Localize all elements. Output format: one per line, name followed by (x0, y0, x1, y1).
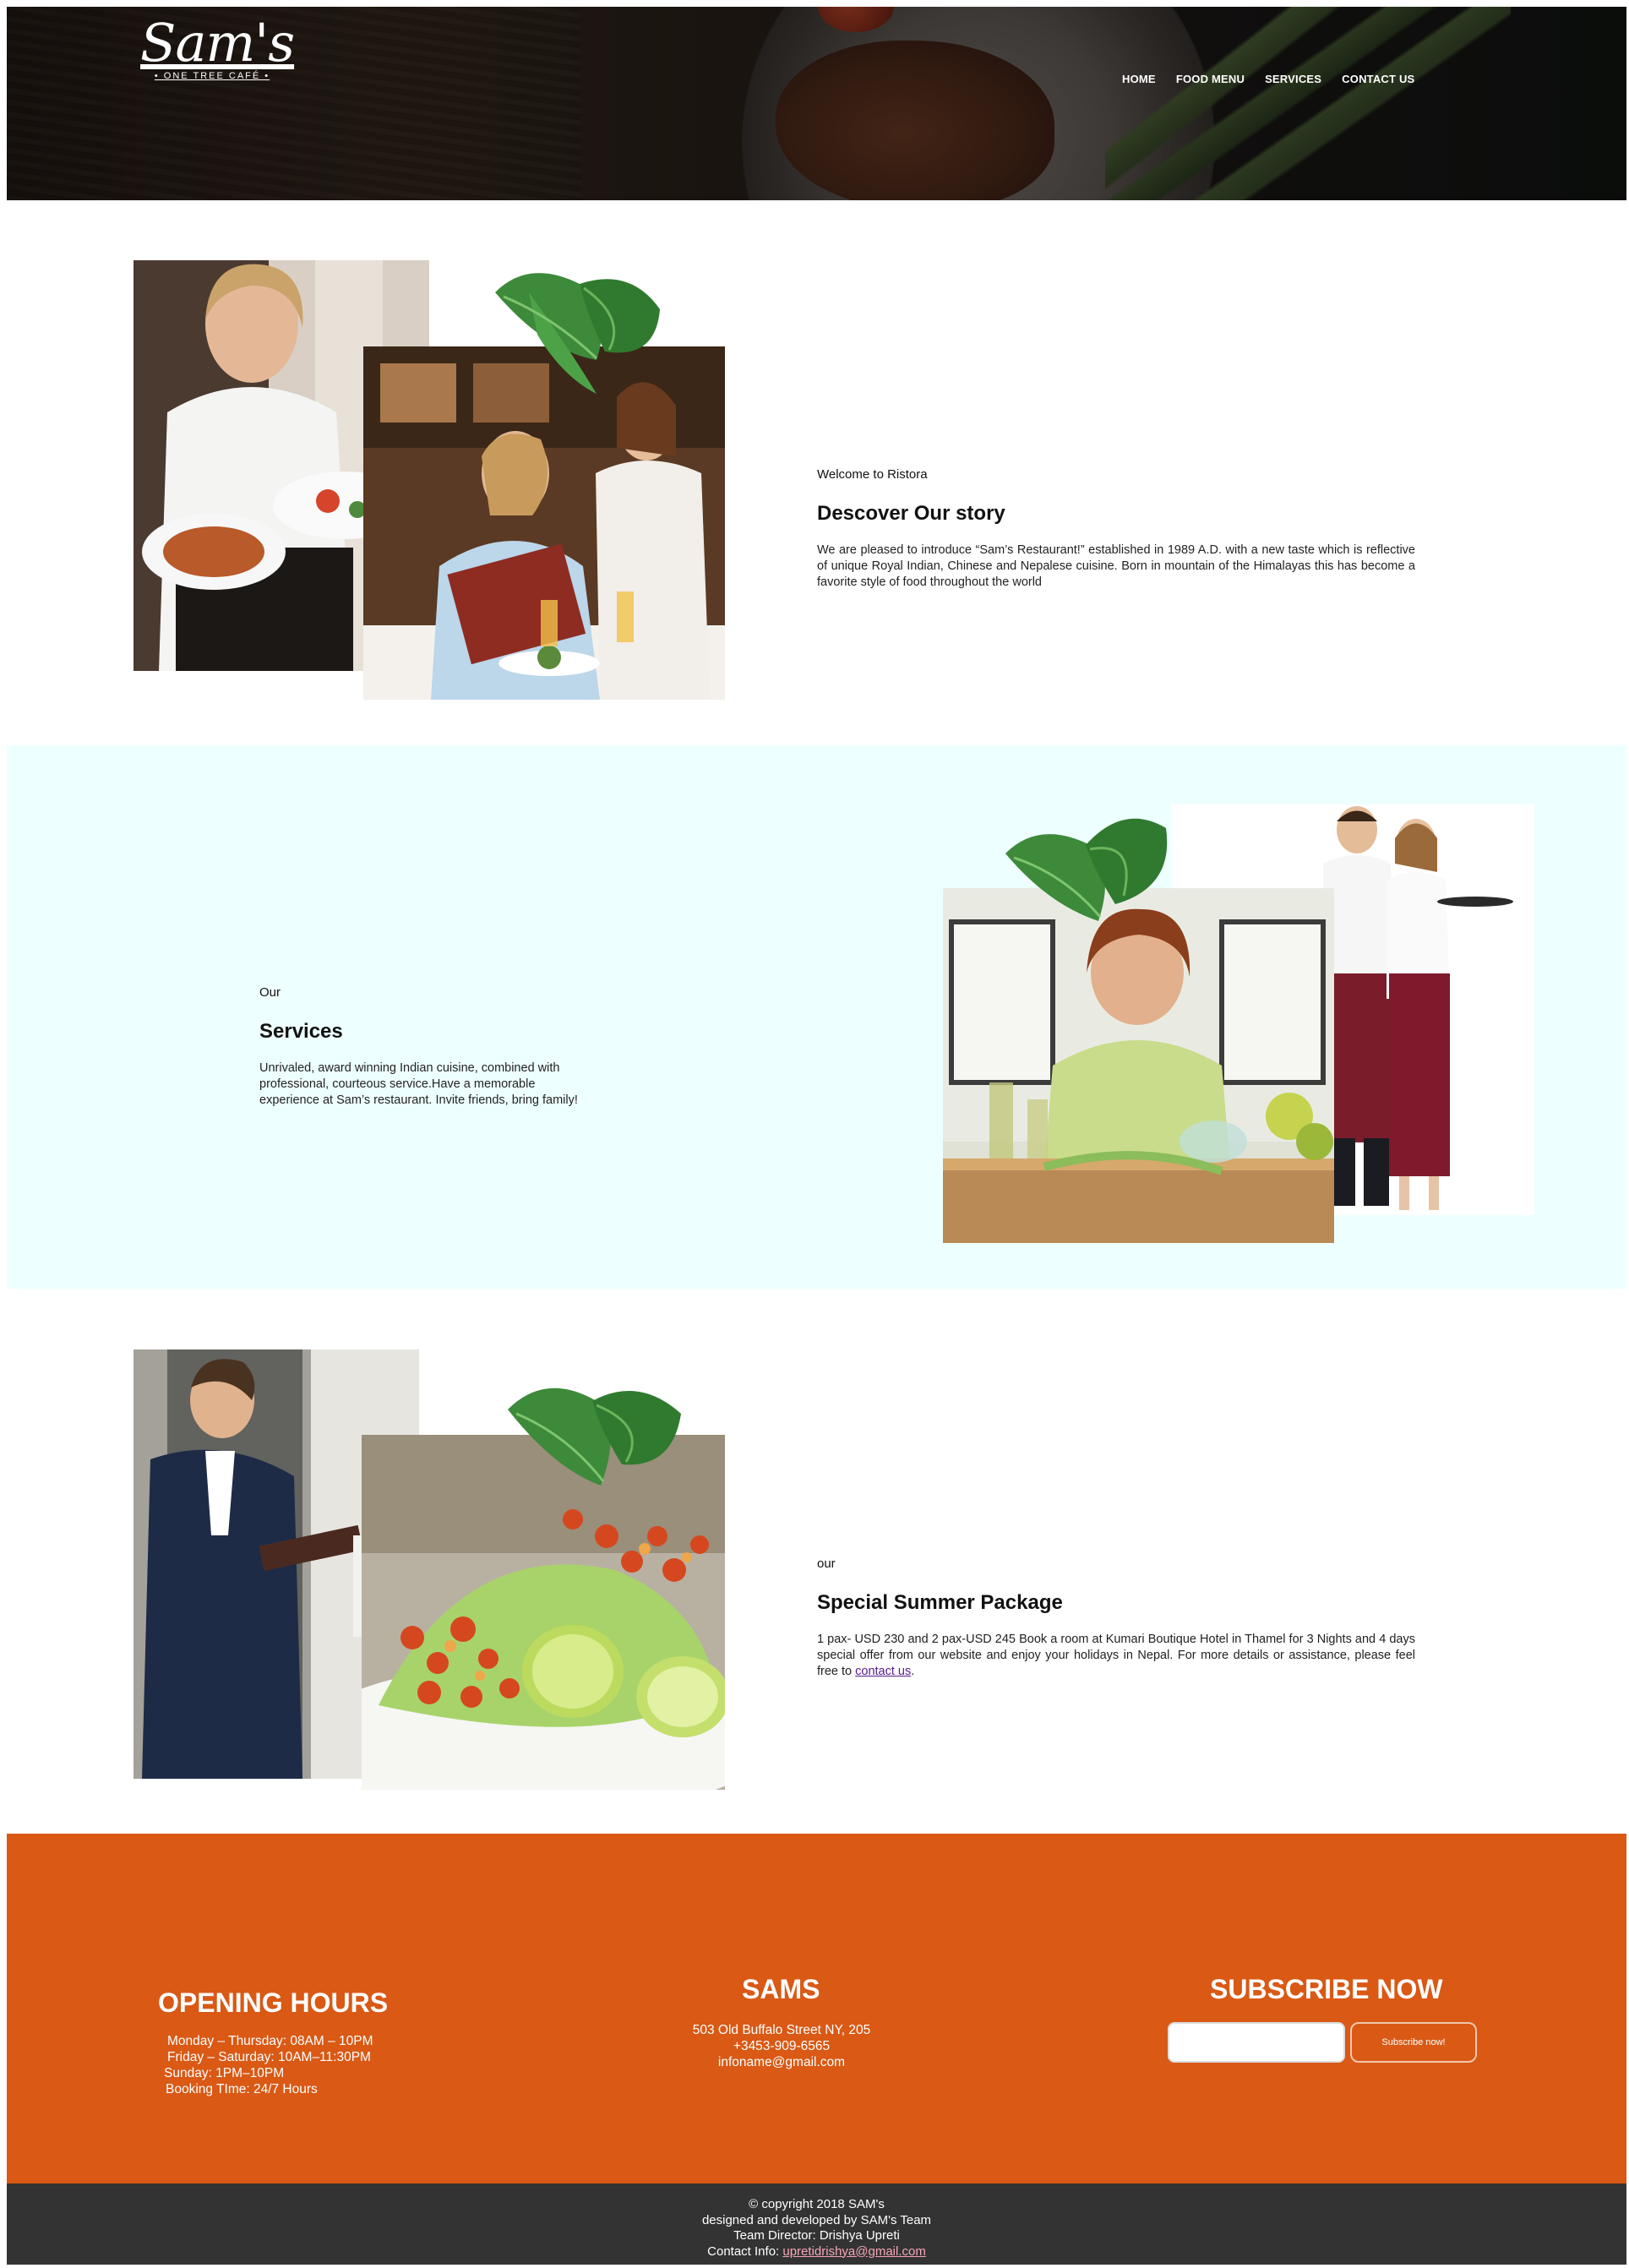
summer-eyebrow: our (817, 1557, 836, 1571)
nav-food-menu[interactable]: FOOD MENU (1176, 73, 1245, 85)
hours-line: Friday – Saturday: 10AM–11:30PM (167, 2050, 371, 2064)
services-body: Unrivaled, award winning Indian cuisine,… (259, 1061, 578, 1107)
contact-us-link[interactable]: contact us (855, 1665, 911, 1678)
contact-email-link[interactable]: upretidrishya@gmail.com (782, 2244, 925, 2259)
main-nav: HOME FOOD MENU SERVICES CONTACT US (1122, 73, 1414, 85)
summer-body: 1 pax- USD 230 and 2 pax-USD 245 Book a … (817, 1632, 1415, 1680)
woman-eating-illustration (943, 888, 1334, 1243)
nav-services[interactable]: SERVICES (1265, 73, 1321, 85)
address: 503 Old Buffalo Street NY, 205 (692, 2023, 871, 2037)
story-body: We are pleased to introduce “Sam’s Resta… (817, 543, 1415, 589)
copyright-line: © copyright 2018 SAM's (749, 2197, 885, 2211)
site-logo[interactable]: Sam's • ONE TREE CAFÉ • (140, 12, 295, 93)
hero-header: Sam's • ONE TREE CAFÉ • HOME FOOD MENU S… (7, 7, 1626, 200)
nav-home[interactable]: HOME (1122, 73, 1156, 85)
credits-line: designed and developed by SAM's Team (701, 2212, 932, 2227)
story-eyebrow: Welcome to Ristora (817, 467, 928, 482)
summer-body-suffix: . (911, 1665, 915, 1678)
opening-hours-title: OPENING HOURS (158, 1987, 389, 2018)
basil-leaf-icon (495, 273, 660, 394)
services-text-block: Our Services Unrivaled, award winning In… (259, 985, 597, 1109)
diners-illustration (363, 346, 725, 700)
woman-eating-photo (943, 888, 1334, 1243)
logo-script: Sam's (140, 12, 295, 74)
summer-title: Special Summer Package (817, 1591, 1063, 1614)
services-title: Services (259, 1020, 343, 1043)
story-text-block: Welcome to Ristora Descover Our story We… (817, 467, 1415, 591)
diners-photo (363, 346, 725, 700)
logo-subtitle: • ONE TREE CAFÉ • (154, 71, 270, 81)
subscribe-button[interactable]: Subscribe now! (1350, 2022, 1477, 2063)
sams-contact: 503 Old Buffalo Street NY, 205 +3453-909… (646, 2022, 917, 2070)
hours-line: Sunday: 1PM–10PM (164, 2066, 285, 2080)
hours-line: Monday – Thursday: 08AM – 10PM (167, 2034, 373, 2048)
email: infoname@gmail.com (717, 2055, 846, 2069)
summer-text-block: our Special Summer Package 1 pax- USD 23… (817, 1557, 1415, 1680)
copyright-bar: © copyright 2018 SAM's designed and deve… (7, 2183, 1626, 2265)
basil-leaf-icon-3 (508, 1388, 681, 1486)
hours-line: Booking TIme: 24/7 Hours (166, 2082, 318, 2096)
opening-hours-list: Monday – Thursday: 08AM – 10PM Friday – … (164, 2033, 373, 2097)
subscribe-title: SUBSCRIBE NOW (1210, 1974, 1443, 2004)
story-title: Descover Our story (817, 502, 1005, 525)
contact-info-line: Contact Info: upretidrishya@gmail.com (7, 2244, 1626, 2260)
services-eyebrow: Our (259, 985, 281, 1000)
nav-contact-us[interactable]: CONTACT US (1342, 73, 1414, 85)
basil-leaf-icon-2 (1005, 818, 1168, 921)
subscribe-email-input[interactable] (1168, 2022, 1345, 2063)
phone: +3453-909-6565 (733, 2039, 831, 2053)
director-line: Team Director: Drishya Upreti (733, 2228, 900, 2243)
contact-info-label: Contact Info: (707, 2243, 783, 2259)
sams-title: SAMS (742, 1974, 820, 2004)
